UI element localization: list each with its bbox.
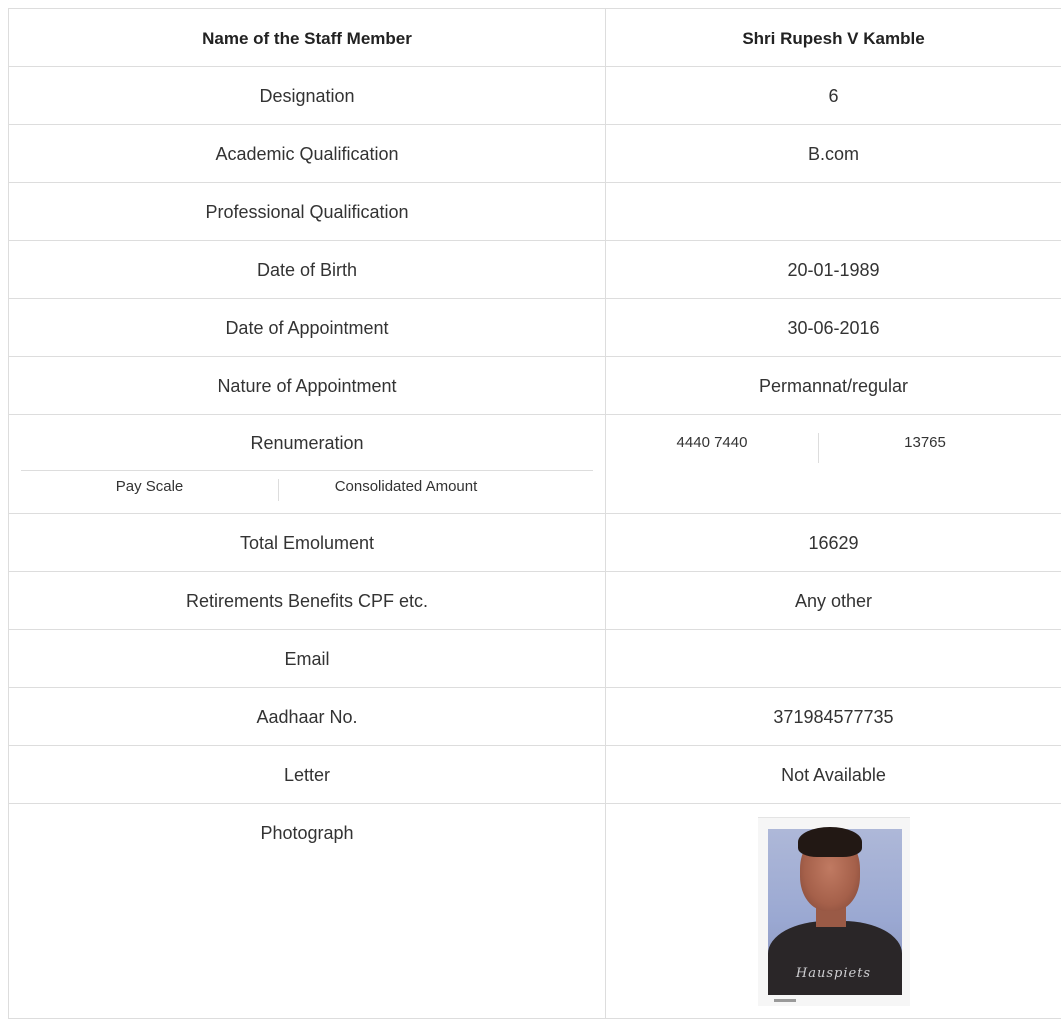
row-label: Retirements Benefits CPF etc.	[9, 572, 605, 629]
row-label: Professional Qualification	[9, 183, 605, 240]
row-label: Letter	[9, 746, 605, 803]
table-row: Date of Birth 20-01-1989	[9, 241, 1061, 299]
photo-shirt-print: Hauspiets	[778, 967, 890, 981]
table-row: Aadhaar No. 371984577735	[9, 688, 1061, 746]
row-value: 16629	[606, 514, 1061, 571]
table-row: Designation 6	[9, 67, 1061, 125]
renumeration-subheader: Pay Scale Consolidated Amount	[21, 470, 593, 503]
table-row: Letter Not Available	[9, 746, 1061, 804]
renumeration-values: 4440 7440 13765	[606, 433, 1061, 463]
row-label: Date of Appointment	[9, 299, 605, 356]
row-value: 371984577735	[606, 688, 1061, 745]
renumeration-label: Renumeration	[9, 433, 605, 453]
row-label: Designation	[9, 67, 605, 124]
page: Name of the Staff Member Shri Rupesh V K…	[0, 0, 1061, 960]
row-label: Nature of Appointment	[9, 357, 605, 414]
staff-details-table: Name of the Staff Member Shri Rupesh V K…	[8, 8, 1061, 1019]
row-label: Total Emolument	[9, 514, 605, 571]
row-value: 20-01-1989	[606, 241, 1061, 298]
photograph-label: Photograph	[9, 804, 605, 861]
consolidated-amount-value: 13765	[819, 433, 1061, 463]
photograph-row: Photograph Hauspiets	[9, 804, 1061, 1019]
row-value: Any other	[606, 572, 1061, 629]
consolidated-amount-label: Consolidated Amount	[335, 478, 478, 495]
header-label: Name of the Staff Member	[9, 9, 605, 66]
row-label: Academic Qualification	[9, 125, 605, 182]
row-value: B.com	[606, 125, 1061, 182]
table-row: Professional Qualification	[9, 183, 1061, 241]
table-row: Nature of Appointment Permannat/regular	[9, 357, 1061, 415]
pay-scale-label: Pay Scale	[116, 478, 184, 495]
row-label: Date of Birth	[9, 241, 605, 298]
header-label-cell: Name of the Staff Member	[9, 9, 606, 67]
row-value	[606, 630, 1061, 687]
row-value: Not Available	[606, 746, 1061, 803]
table-row: Academic Qualification B.com	[9, 125, 1061, 183]
table-row: Date of Appointment 30-06-2016	[9, 299, 1061, 357]
consolidated-label-cell: Consolidated Amount	[279, 479, 593, 503]
row-value	[606, 183, 1061, 240]
table-row: Total Emolument 16629	[9, 514, 1061, 572]
table-row: Email	[9, 630, 1061, 688]
photo-hair	[798, 827, 862, 857]
header-value-cell: Shri Rupesh V Kamble	[606, 9, 1061, 67]
row-value: Permannat/regular	[606, 357, 1061, 414]
row-value: 6	[606, 67, 1061, 124]
pay-scale-label-cell: Pay Scale	[21, 479, 279, 501]
table-header-row: Name of the Staff Member Shri Rupesh V K…	[9, 9, 1061, 67]
staff-photograph: Hauspiets	[758, 817, 910, 1011]
row-label: Aadhaar No.	[9, 688, 605, 745]
photo-shirt	[768, 921, 902, 995]
row-label: Email	[9, 630, 605, 687]
row-value: 30-06-2016	[606, 299, 1061, 356]
renumeration-row: Renumeration Pay Scale Consolidated Amou…	[9, 415, 1061, 514]
table-row: Retirements Benefits CPF etc. Any other	[9, 572, 1061, 630]
pay-scale-value: 4440 7440	[606, 433, 819, 463]
staff-name: Shri Rupesh V Kamble	[606, 9, 1061, 66]
photo-stamp-mark	[774, 999, 796, 1002]
